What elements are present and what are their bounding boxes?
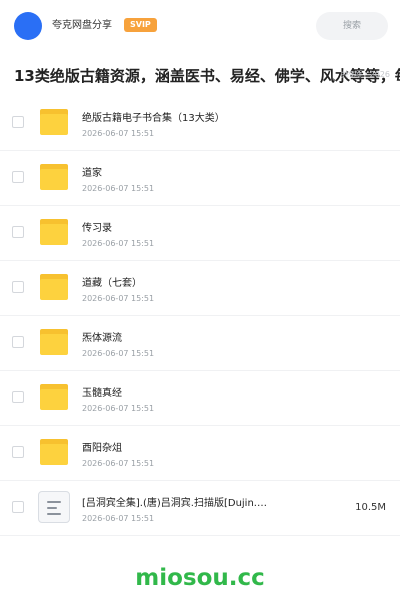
file-date: 2026-06-07 15:51 (82, 514, 155, 523)
file-row[interactable]: 传习录 2026-06-07 15:51 (0, 206, 400, 261)
share-page: 夸克网盘分享 SVIP 搜索 13类绝版古籍资源，涵盖医书、易经、佛学、风水等等… (0, 0, 400, 600)
folder-icon (40, 274, 68, 300)
file-row[interactable]: 道藏（七套） 2026-06-07 15:51 (0, 261, 400, 316)
file-date: 2026-06-07 15:51 (82, 129, 155, 138)
brand-name: 夸克网盘分享 (52, 20, 112, 31)
select-checkbox[interactable] (12, 391, 24, 403)
file-name[interactable]: 道家 (82, 167, 102, 181)
folder-icon (40, 164, 68, 190)
file-name[interactable]: 玉髓真经 (82, 387, 122, 401)
file-name[interactable]: 传习录 (82, 222, 112, 236)
file-date: 2026-06-07 15:51 (82, 459, 155, 468)
folder-icon (40, 109, 68, 135)
file-name[interactable]: 炁体源流 (82, 332, 122, 346)
file-row[interactable]: 玉髓真经 2026-06-07 15:51 (0, 371, 400, 426)
select-checkbox[interactable] (12, 171, 24, 183)
select-checkbox[interactable] (12, 226, 24, 238)
folder-icon (40, 329, 68, 355)
file-name[interactable]: 绝版古籍电子书合集（13大类） (82, 112, 225, 126)
document-icon (38, 491, 70, 523)
share-meta: 共9项 · 2026 (340, 70, 390, 79)
select-checkbox[interactable] (12, 501, 24, 513)
svip-badge[interactable]: SVIP (124, 18, 157, 32)
avatar-icon[interactable] (14, 12, 42, 40)
file-row[interactable]: 绝版古籍电子书合集（13大类） 2026-06-07 15:51 (0, 96, 400, 151)
site-watermark: miosou.cc (135, 565, 265, 591)
file-date: 2026-06-07 15:51 (82, 349, 155, 358)
select-checkbox[interactable] (12, 446, 24, 458)
folder-icon (40, 439, 68, 465)
file-date: 2026-06-07 15:51 (82, 404, 155, 413)
header: 夸克网盘分享 SVIP 搜索 (0, 0, 400, 52)
file-date: 2026-06-07 15:51 (82, 184, 155, 193)
file-name[interactable]: [吕洞宾全集].(唐)吕洞宾.扫描版[Dujin.… (82, 497, 267, 511)
select-checkbox[interactable] (12, 336, 24, 348)
folder-icon (40, 384, 68, 410)
file-size: 10.5M (355, 502, 386, 513)
file-name[interactable]: 道藏（七套） (82, 277, 142, 291)
file-list: 绝版古籍电子书合集（13大类） 2026-06-07 15:51 道家 2026… (0, 96, 400, 536)
select-checkbox[interactable] (12, 281, 24, 293)
select-checkbox[interactable] (12, 116, 24, 128)
file-row[interactable]: 炁体源流 2026-06-07 15:51 (0, 316, 400, 371)
file-row[interactable]: 道家 2026-06-07 15:51 (0, 151, 400, 206)
file-name[interactable]: 酉阳杂俎 (82, 442, 122, 456)
file-date: 2026-06-07 15:51 (82, 239, 155, 248)
share-title-bar: 13类绝版古籍资源，涵盖医书、易经、佛学、风水等等，每 共9项 · 2026 (0, 52, 400, 97)
file-row[interactable]: [吕洞宾全集].(唐)吕洞宾.扫描版[Dujin.… 2026-06-07 15… (0, 481, 400, 536)
search-button[interactable]: 搜索 (316, 12, 388, 40)
file-row[interactable]: 酉阳杂俎 2026-06-07 15:51 (0, 426, 400, 481)
folder-icon (40, 219, 68, 245)
file-date: 2026-06-07 15:51 (82, 294, 155, 303)
